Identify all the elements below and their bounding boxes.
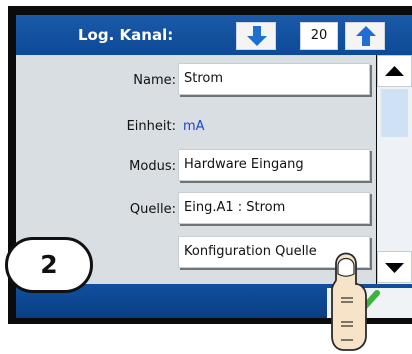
mode-field[interactable]: Hardware Eingang [178, 149, 370, 181]
source-label: Quelle: [129, 202, 176, 217]
arrow-up-icon [356, 26, 376, 46]
finger-pointer-icon [331, 252, 367, 351]
scroll-thumb[interactable] [381, 89, 408, 137]
previous-channel-button[interactable] [236, 22, 276, 50]
header-title: Log. Kanal: [78, 26, 174, 44]
step-badge: 2 [5, 237, 93, 293]
name-field[interactable]: Strom [178, 63, 370, 95]
scroll-down-button[interactable] [377, 251, 412, 283]
unit-label: Einheit: [126, 119, 176, 134]
triangle-up-icon [385, 66, 404, 76]
source-field[interactable]: Eing.A1 : Strom [178, 192, 370, 224]
unit-value: mA [183, 119, 205, 134]
name-row: Name: Strom [16, 63, 376, 99]
triangle-down-icon [385, 263, 404, 273]
scrollbar[interactable] [377, 55, 412, 284]
header-bar: Log. Kanal: 20 [16, 15, 412, 55]
mode-row: Modus: Hardware Eingang [16, 149, 376, 185]
arrow-down-icon [247, 26, 267, 46]
channel-number-field[interactable]: 20 [300, 22, 338, 50]
unit-row: Einheit: mA [16, 109, 376, 145]
name-label: Name: [133, 73, 176, 88]
next-channel-button[interactable] [345, 22, 385, 50]
source-row: Quelle: Eing.A1 : Strom [16, 192, 376, 228]
scroll-up-button[interactable] [377, 55, 412, 87]
step-number: 2 [40, 250, 58, 279]
mode-label: Modus: [129, 159, 176, 174]
